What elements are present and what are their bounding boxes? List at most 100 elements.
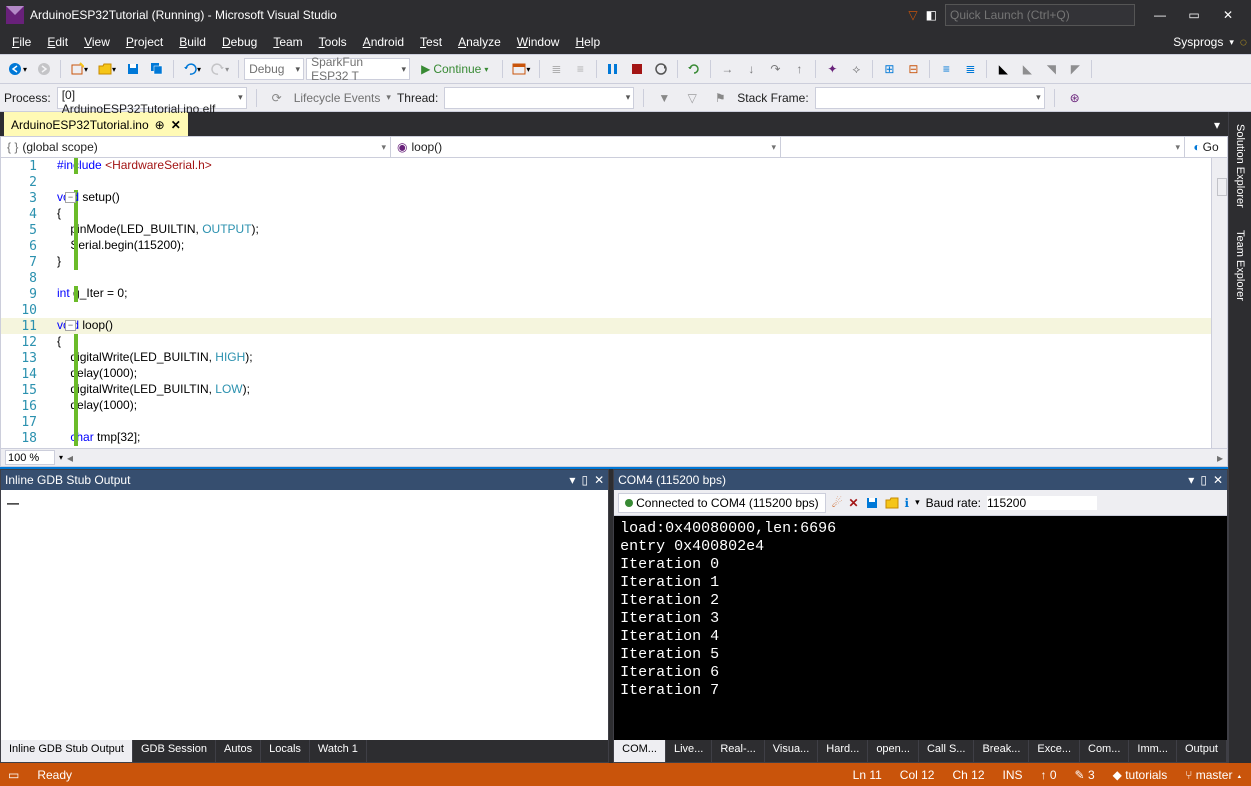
open-file-button[interactable]: ▾ bbox=[94, 58, 120, 80]
panel-tab[interactable]: GDB Session bbox=[133, 740, 216, 762]
menu-project[interactable]: Project bbox=[118, 32, 171, 52]
menu-help[interactable]: Help bbox=[567, 32, 608, 52]
panel-close-icon[interactable]: ✕ bbox=[594, 473, 604, 487]
team-explorer-tab[interactable]: Team Explorer bbox=[1231, 224, 1249, 307]
redo-button[interactable]: ▾ bbox=[207, 58, 233, 80]
panel-close-icon[interactable]: ✕ bbox=[1213, 473, 1223, 487]
panel-dropdown-icon[interactable]: ▾ bbox=[1188, 473, 1194, 487]
stackframe-tool-icon[interactable]: ⊛ bbox=[1064, 87, 1086, 109]
serial-terminal[interactable]: load:0x40080000,len:6696 entry 0x400802e… bbox=[614, 516, 1227, 740]
list-b-button[interactable]: ≣ bbox=[959, 58, 981, 80]
extra-dropdown[interactable] bbox=[781, 137, 1185, 157]
panel-pin-icon[interactable]: ▯ bbox=[581, 473, 588, 487]
filter-icon[interactable]: ▼ bbox=[653, 87, 675, 109]
notification-icon[interactable]: ▽ bbox=[908, 8, 917, 22]
filter-icon-2[interactable]: ▽ bbox=[681, 87, 703, 109]
panel-tab[interactable]: open... bbox=[868, 740, 919, 762]
restart-button[interactable] bbox=[650, 58, 672, 80]
close-tab-icon[interactable]: ✕ bbox=[171, 118, 181, 132]
target-dropdown[interactable]: SparkFun ESP32 T bbox=[306, 58, 410, 80]
sysprogs-dropdown-icon[interactable]: ▾ bbox=[1229, 37, 1234, 48]
document-tab[interactable]: ArduinoESP32Tutorial.ino ⊕ ✕ bbox=[4, 112, 188, 136]
continue-button[interactable]: ▶ Continue ▾ bbox=[412, 58, 497, 80]
activity-icon[interactable]: ◌ bbox=[1240, 35, 1247, 49]
zoom-dropdown[interactable] bbox=[5, 450, 55, 465]
menu-window[interactable]: Window bbox=[509, 32, 568, 52]
panel-tab[interactable]: Inline GDB Stub Output bbox=[1, 740, 133, 762]
scope-dropdown[interactable]: { } (global scope) bbox=[1, 137, 391, 157]
save-all-button[interactable] bbox=[146, 58, 168, 80]
menu-test[interactable]: Test bbox=[412, 32, 450, 52]
step-out-button[interactable]: ↑ bbox=[788, 58, 810, 80]
tabs-overflow-icon[interactable]: ▾ bbox=[1206, 114, 1228, 136]
menu-build[interactable]: Build bbox=[171, 32, 214, 52]
panel-tab[interactable]: Break... bbox=[974, 740, 1029, 762]
menu-debug[interactable]: Debug bbox=[214, 32, 265, 52]
panel-tab[interactable]: Autos bbox=[216, 740, 261, 762]
menu-tools[interactable]: Tools bbox=[311, 32, 355, 52]
lifecycle-label[interactable]: Lifecycle Events bbox=[294, 91, 381, 105]
thread-dropdown[interactable] bbox=[444, 87, 634, 109]
go-button[interactable]: ◐ Go bbox=[1185, 137, 1227, 157]
gdb-output-area[interactable]: — bbox=[1, 490, 608, 740]
tool-b-button[interactable]: ⊟ bbox=[902, 58, 924, 80]
changes-icon[interactable]: ✎ 3 bbox=[1075, 768, 1095, 782]
new-project-button[interactable]: ▾ bbox=[66, 58, 92, 80]
undo-button[interactable]: ▾ bbox=[179, 58, 205, 80]
publish-icon[interactable]: ↑ 0 bbox=[1041, 768, 1057, 782]
open-folder-icon[interactable] bbox=[885, 496, 899, 510]
nav-forward-button[interactable] bbox=[33, 58, 55, 80]
quick-launch-input[interactable] bbox=[945, 4, 1135, 26]
panel-tab[interactable]: COM... bbox=[614, 740, 666, 762]
hex-button[interactable]: ≣ bbox=[545, 58, 567, 80]
panel-dropdown-icon[interactable]: ▾ bbox=[569, 473, 575, 487]
panel-tab[interactable]: Watch 1 bbox=[310, 740, 367, 762]
branch-icon[interactable]: ⑂ master ▴ bbox=[1185, 768, 1243, 782]
solution-explorer-tab[interactable]: Solution Explorer bbox=[1231, 118, 1249, 214]
panel-tab[interactable]: Output bbox=[1177, 740, 1227, 762]
menu-team[interactable]: Team bbox=[265, 32, 310, 52]
panel-tab[interactable]: Com... bbox=[1080, 740, 1129, 762]
stop-button[interactable] bbox=[626, 58, 648, 80]
panel-tab[interactable]: Visua... bbox=[765, 740, 819, 762]
browser-select-button[interactable]: ▾ bbox=[508, 58, 534, 80]
baud-dropdown[interactable]: 115200 bbox=[987, 496, 1097, 510]
horizontal-scrollbar[interactable] bbox=[77, 451, 1213, 465]
repo-icon[interactable]: ◆ tutorials bbox=[1113, 768, 1168, 782]
clear-icon[interactable]: ✕ bbox=[848, 496, 858, 510]
close-button[interactable]: ✕ bbox=[1211, 2, 1245, 28]
bookmark-button[interactable]: ◣ bbox=[992, 58, 1014, 80]
reconnect-icon[interactable]: ☄ bbox=[832, 496, 843, 510]
split-handle-icon[interactable] bbox=[1217, 178, 1227, 196]
sysprogs-label[interactable]: Sysprogs bbox=[1173, 35, 1223, 49]
panel-pin-icon[interactable]: ▯ bbox=[1200, 473, 1207, 487]
menu-analyze[interactable]: Analyze bbox=[450, 32, 509, 52]
panel-tab[interactable]: Locals bbox=[261, 740, 310, 762]
lifecycle-icon[interactable]: ⟳ bbox=[266, 87, 288, 109]
bookmark-prev-button[interactable]: ◣ bbox=[1016, 58, 1038, 80]
tool-a-button[interactable]: ⊞ bbox=[878, 58, 900, 80]
member-dropdown[interactable]: ◉ loop() bbox=[391, 137, 781, 157]
menu-view[interactable]: View bbox=[76, 32, 118, 52]
step-over-button[interactable]: ↷ bbox=[764, 58, 786, 80]
hex-button-2[interactable]: ≡ bbox=[569, 58, 591, 80]
step-into-button[interactable]: ↓ bbox=[740, 58, 762, 80]
panel-tab[interactable]: Hard... bbox=[818, 740, 868, 762]
refresh-button[interactable] bbox=[683, 58, 705, 80]
step-next-button[interactable]: → bbox=[716, 58, 738, 80]
list-a-button[interactable]: ≡ bbox=[935, 58, 957, 80]
menu-file[interactable]: File bbox=[4, 32, 39, 52]
menu-android[interactable]: Android bbox=[355, 32, 412, 52]
menu-edit[interactable]: Edit bbox=[39, 32, 76, 52]
feedback-icon[interactable]: ◧ bbox=[926, 8, 937, 22]
pause-button[interactable] bbox=[602, 58, 624, 80]
panel-tab[interactable]: Live... bbox=[666, 740, 712, 762]
stackframe-dropdown[interactable] bbox=[815, 87, 1045, 109]
nav-back-button[interactable]: ▾ bbox=[4, 58, 31, 80]
pin-icon[interactable]: ⊕ bbox=[155, 118, 165, 132]
panel-tab[interactable]: Real-... bbox=[712, 740, 764, 762]
vertical-scrollbar[interactable] bbox=[1211, 158, 1227, 448]
stack-flag-icon[interactable]: ⚑ bbox=[709, 87, 731, 109]
panel-tab[interactable]: Imm... bbox=[1129, 740, 1177, 762]
settings-icon[interactable]: ℹ bbox=[905, 496, 910, 510]
